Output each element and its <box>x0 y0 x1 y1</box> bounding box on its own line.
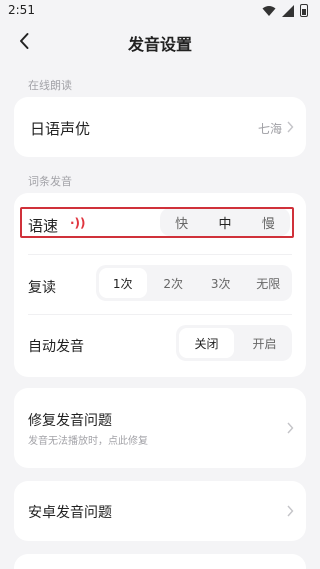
wifi-icon <box>262 5 276 16</box>
signal-icon <box>282 4 294 17</box>
repeat-segment: 1次 2次 3次 无限 <box>96 265 292 301</box>
divider <box>28 254 292 255</box>
android-pronunciation-row[interactable]: 安卓发音问题 <box>14 481 306 541</box>
fix-issue-subtitle: 发音无法播放时，点此修复 <box>28 436 148 447</box>
section-label-online-reading: 在线朗读 <box>28 79 72 92</box>
japanese-voice-value: 七海 <box>257 122 282 136</box>
auto-play-option-off[interactable]: 关闭 <box>179 328 234 358</box>
chevron-right-icon <box>287 422 294 434</box>
section-label-entry-pronunciation: 词条发音 <box>28 175 72 188</box>
japanese-voice-row[interactable]: 日语声优 七海 <box>14 97 306 157</box>
page-title: 发音设置 <box>127 35 192 54</box>
repeat-option-infinite[interactable]: 无限 <box>245 265 293 301</box>
battery-icon <box>300 4 308 17</box>
chevron-right-icon <box>287 121 294 133</box>
auto-play-option-on[interactable]: 开启 <box>237 325 292 361</box>
japanese-voice-label: 日语声优 <box>30 120 91 138</box>
repeat-option-1[interactable]: 1次 <box>99 268 147 298</box>
status-bar: 2:51 <box>0 0 320 22</box>
android-issue-title: 安卓发音问题 <box>28 505 112 521</box>
auto-play-label: 自动发音 <box>28 339 84 355</box>
repeat-option-2[interactable]: 2次 <box>150 265 198 301</box>
divider <box>28 314 292 315</box>
repeat-option-3[interactable]: 3次 <box>197 265 245 301</box>
highlight-box <box>20 207 294 238</box>
chevron-right-icon <box>287 505 294 517</box>
status-icons <box>262 4 308 17</box>
repeat-label: 复读 <box>28 280 56 296</box>
auto-play-segment: 关闭 开启 <box>176 325 292 361</box>
status-time: 2:51 <box>8 3 35 17</box>
fix-issue-title: 修复发音问题 <box>28 413 112 429</box>
next-card <box>14 554 306 569</box>
fix-pronunciation-row[interactable]: 修复发音问题 发音无法播放时，点此修复 <box>14 388 306 468</box>
header: 发音设置 <box>0 22 320 62</box>
